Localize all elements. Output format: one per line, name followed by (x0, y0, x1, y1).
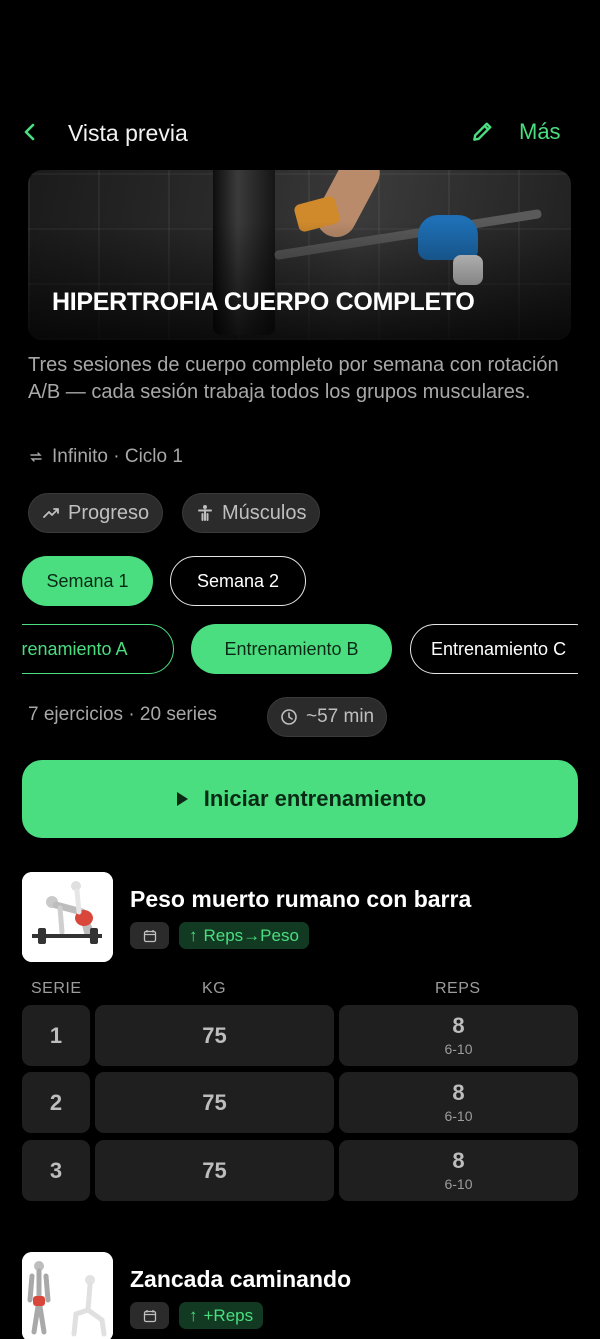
arrow-up-icon: ↑ (189, 925, 198, 945)
tab-workout-c[interactable]: Entrenamiento C (410, 624, 578, 674)
set-weight-input[interactable]: 75 (95, 1005, 334, 1066)
tab-week-2[interactable]: Semana 2 (170, 556, 306, 606)
progression-label: Reps→Peso (203, 925, 299, 945)
reps-value: 8 (452, 1012, 465, 1038)
set-row: 2 75 8 6-10 (22, 1072, 578, 1133)
set-row: 3 75 8 6-10 (22, 1140, 578, 1201)
column-header-reps: REPS (435, 980, 481, 997)
top-app-bar: Vista previa Más (0, 110, 600, 156)
duration-chip: ~57 min (267, 697, 388, 737)
reps-value: 8 (452, 1079, 465, 1105)
schedule-tag[interactable] (130, 922, 169, 949)
exercise-tags: ↑ Reps→Peso (130, 922, 309, 949)
column-header-serie: SERIE (31, 980, 82, 997)
start-workout-button[interactable]: Iniciar entrenamiento (22, 760, 578, 838)
workout-tabs-scroller[interactable]: Entrenamiento A Entrenamiento B Entrenam… (22, 623, 578, 675)
set-number: 1 (22, 1005, 90, 1066)
reps-value: 8 (452, 1147, 465, 1173)
progression-tag[interactable]: ↑ +Reps (179, 1302, 264, 1329)
arrow-up-icon: ↑ (189, 1305, 198, 1325)
set-weight-input[interactable]: 75 (95, 1072, 334, 1133)
romanian-deadlift-illustration (22, 872, 113, 962)
more-button[interactable]: Más (519, 119, 561, 145)
set-weight-input[interactable]: 75 (95, 1140, 334, 1201)
set-reps-input[interactable]: 8 6-10 (339, 1072, 578, 1133)
set-number: 2 (22, 1072, 90, 1133)
program-hero-image: HIPERTROFIA CUERPO COMPLETO (28, 170, 571, 340)
exercise-thumbnail[interactable] (22, 1252, 113, 1339)
set-reps-input[interactable]: 8 6-10 (339, 1005, 578, 1066)
program-description: Tres sesiones de cuerpo completo por sem… (28, 354, 559, 403)
calendar-icon (143, 1309, 156, 1322)
exercise-name[interactable]: Peso muerto rumano con barra (130, 886, 471, 913)
cycle-label: Infinito · Ciclo 1 (52, 446, 183, 467)
back-arrow-icon[interactable] (18, 120, 42, 144)
column-header-kg: KG (202, 980, 227, 997)
program-title: HIPERTROFIA CUERPO COMPLETO (52, 288, 475, 316)
set-reps-input[interactable]: 8 6-10 (339, 1140, 578, 1201)
exercise-card: Peso muerto rumano con barra ↑ Reps→Peso… (22, 872, 578, 1202)
set-number: 3 (22, 1140, 90, 1201)
schedule-tag[interactable] (130, 1302, 169, 1329)
set-row: 1 75 8 6-10 (22, 1005, 578, 1066)
play-icon (176, 792, 188, 806)
duration-label: ~57 min (306, 706, 375, 727)
progression-tag[interactable]: ↑ Reps→Peso (179, 922, 309, 949)
exercise-name[interactable]: Zancada caminando (130, 1266, 351, 1293)
trending-up-icon (43, 508, 59, 518)
progress-chip[interactable]: Progreso (28, 493, 164, 533)
walking-lunge-illustration (22, 1252, 113, 1339)
exercise-thumbnail[interactable] (22, 872, 113, 962)
clock-icon (281, 709, 297, 725)
tab-workout-b[interactable]: Entrenamiento B (191, 624, 392, 674)
workout-summary: 7 ejercicios · 20 series (28, 704, 218, 725)
repeat-icon (30, 452, 42, 462)
edit-pencil-icon[interactable] (470, 118, 496, 144)
cycle-info: Infinito · Ciclo 1 (28, 446, 183, 468)
progress-chip-label: Progreso (68, 501, 150, 524)
page-title: Vista previa (68, 120, 188, 146)
exercise-tags: ↑ +Reps (130, 1302, 264, 1329)
exercise-card: Zancada caminando ↑ +Reps (22, 1252, 578, 1339)
person-icon (198, 505, 212, 521)
tab-workout-a[interactable]: Entrenamiento A (22, 624, 174, 674)
start-workout-label: Iniciar entrenamiento (203, 786, 427, 811)
muscles-chip[interactable]: Músculos (182, 493, 321, 533)
progression-label: +Reps (203, 1305, 254, 1325)
calendar-icon (143, 929, 156, 942)
reps-range: 6-10 (444, 1175, 473, 1192)
reps-range: 6-10 (444, 1107, 473, 1124)
reps-range: 6-10 (444, 1040, 473, 1057)
tab-week-1[interactable]: Semana 1 (22, 556, 153, 606)
muscles-chip-label: Músculos (222, 501, 307, 524)
